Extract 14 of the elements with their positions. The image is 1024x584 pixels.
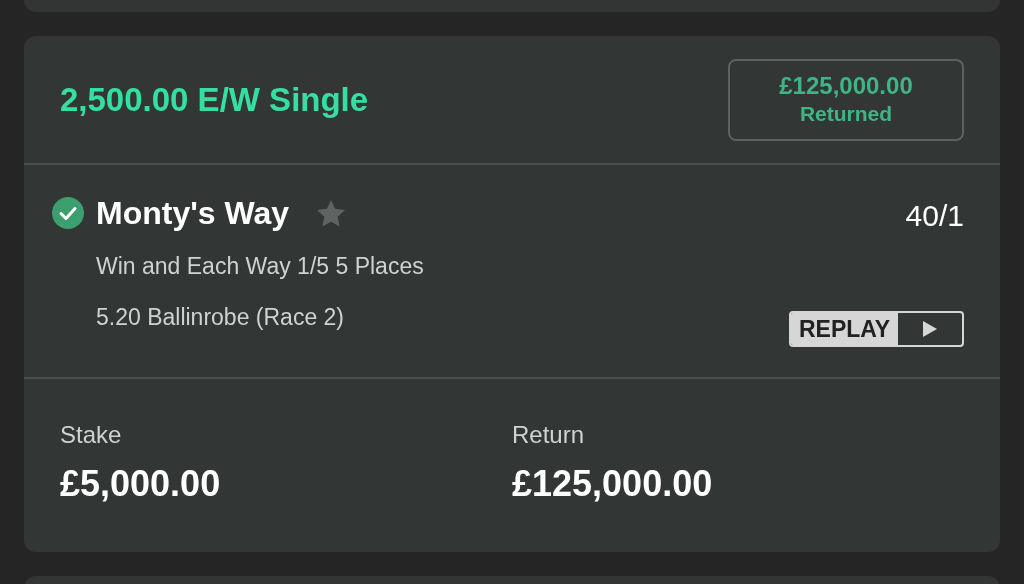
selection-name: Monty's Way (96, 194, 290, 233)
event-text: 5.20 Ballinrobe (Race 2) (96, 302, 346, 332)
total-value: £5,000.00 (60, 462, 222, 506)
bet-title: 2,500.00 E/W Single (60, 79, 369, 120)
returned-amount: £125,000.00 (779, 71, 913, 102)
play-icon (923, 321, 938, 337)
total-label: Stake (60, 420, 123, 450)
total-value: £125,000.00 (512, 462, 714, 506)
star-icon[interactable] (317, 199, 346, 227)
replay-button[interactable]: REPLAY (789, 311, 964, 347)
returned-label: Returned (799, 101, 893, 128)
odds-text: 40/1 (905, 198, 964, 234)
market-text: Win and Each Way 1/5 5 Places (96, 252, 424, 281)
total-label: Return (512, 420, 586, 450)
